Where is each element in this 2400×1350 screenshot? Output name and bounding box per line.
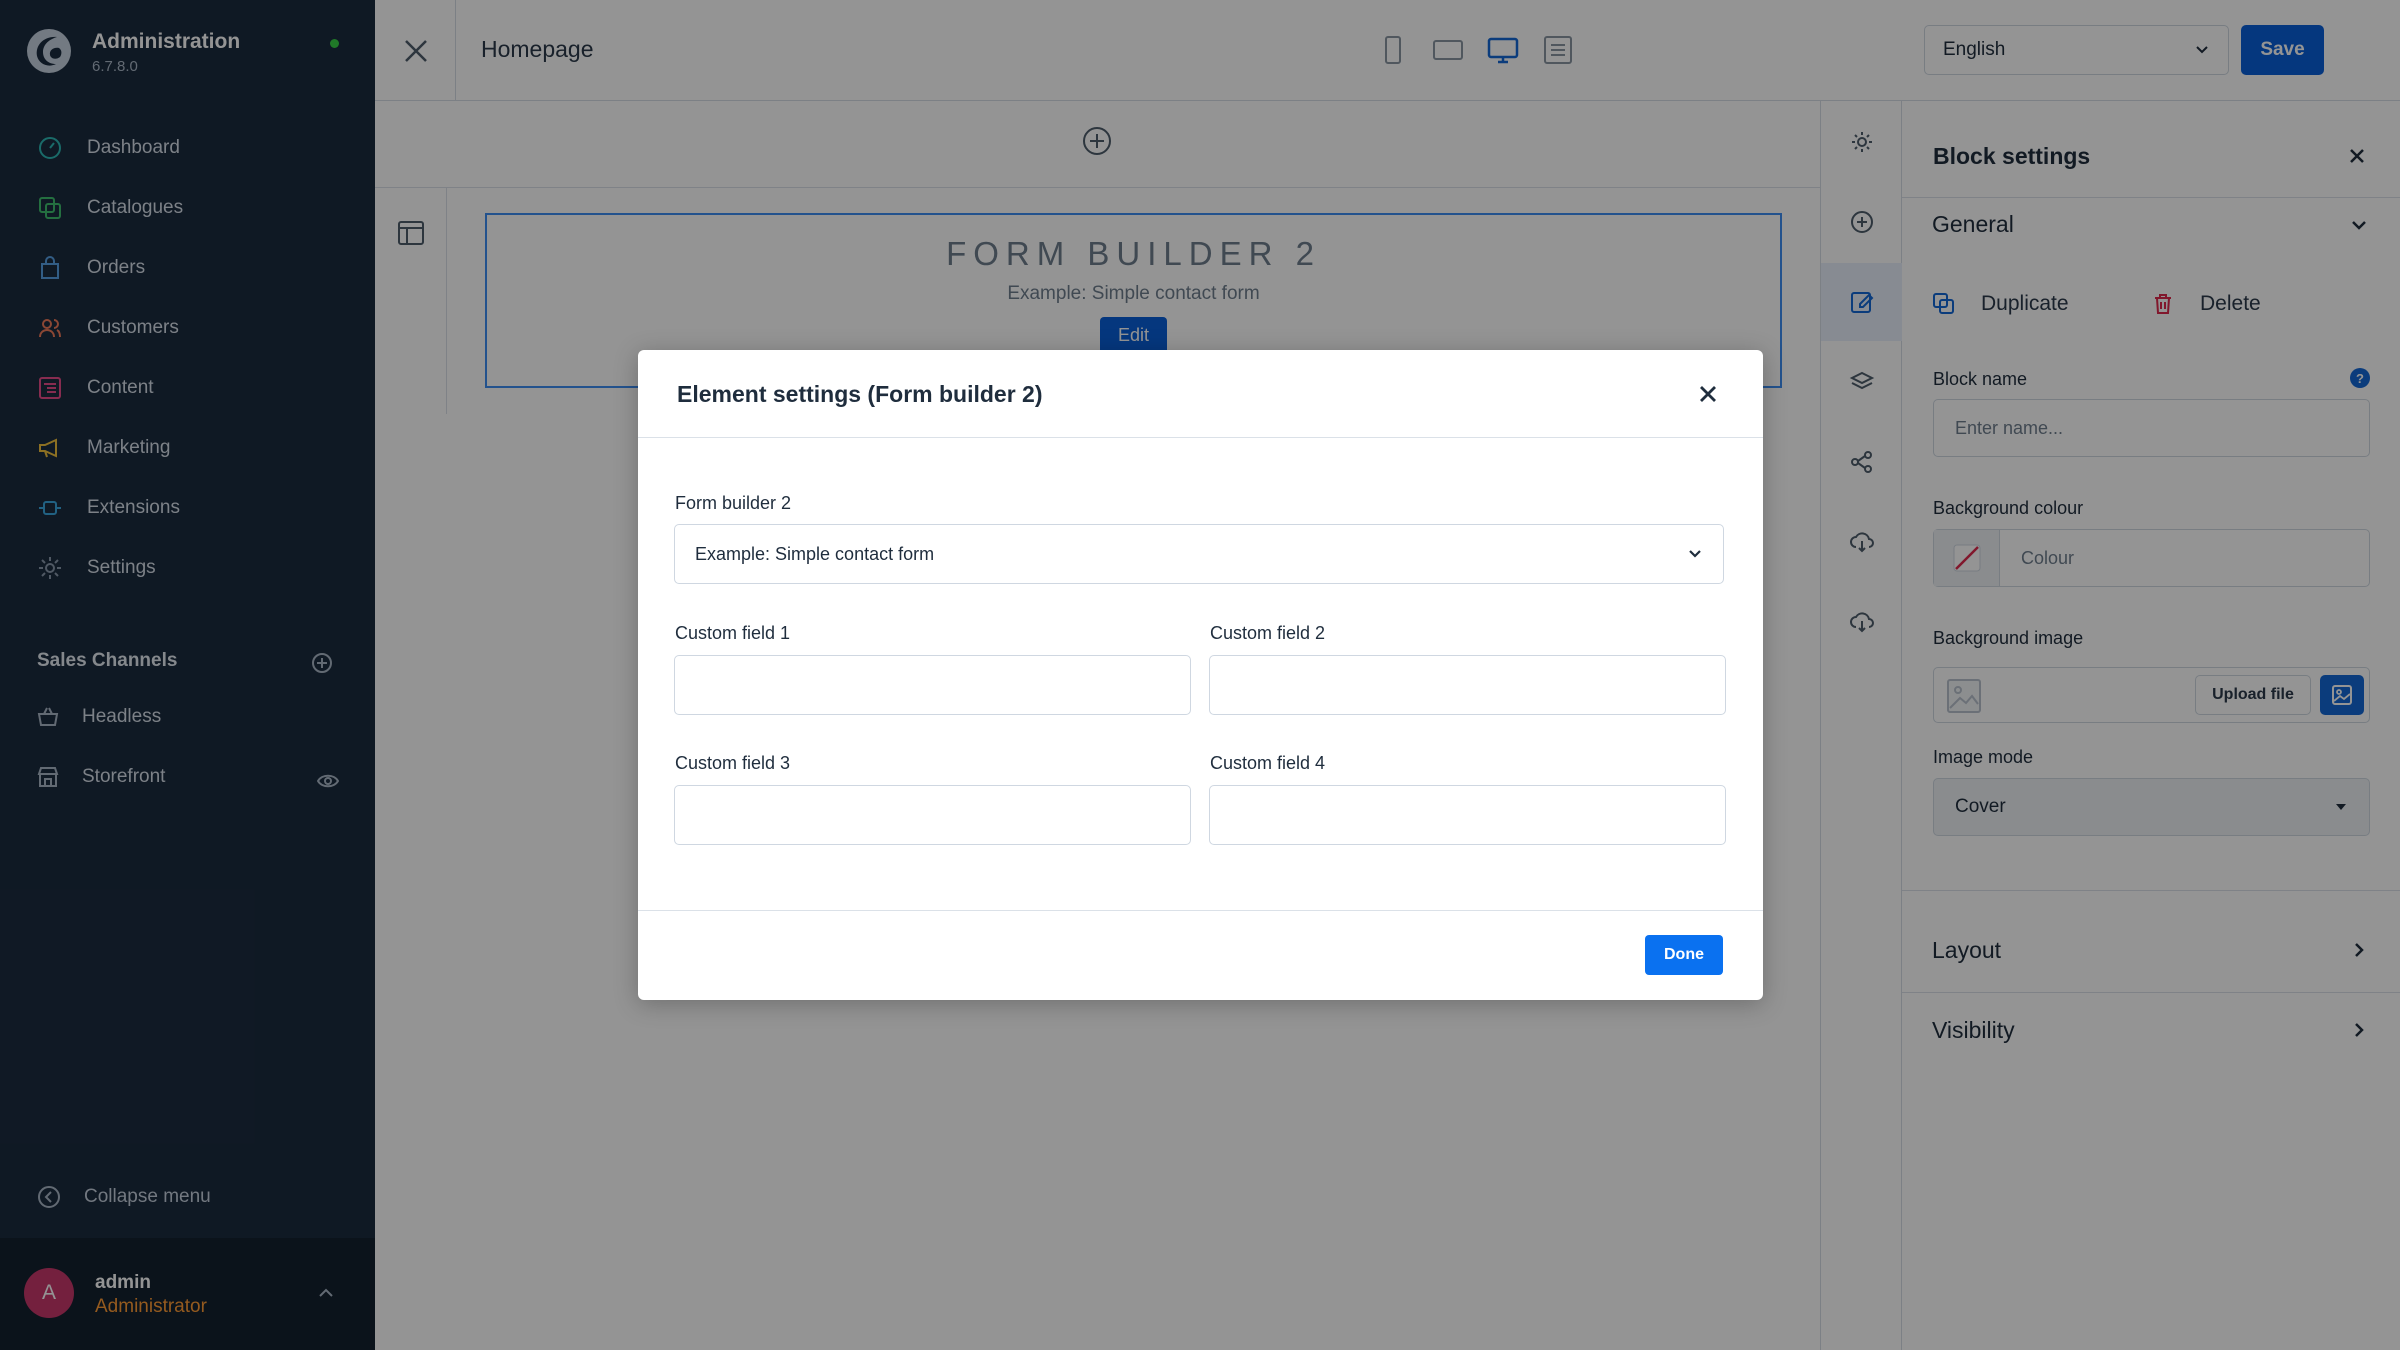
custom-field-2-input[interactable] — [1209, 655, 1726, 715]
form-select-value: Example: Simple contact form — [695, 543, 935, 564]
custom-field-1-input[interactable] — [674, 655, 1191, 715]
element-settings-modal: Element settings (Form builder 2) Form b… — [638, 350, 1763, 1000]
divider — [638, 910, 1763, 911]
custom-field-4-input[interactable] — [1209, 785, 1726, 845]
divider — [638, 437, 1763, 438]
modal-title: Element settings (Form builder 2) — [677, 381, 1043, 407]
custom-field-4-label: Custom field 4 — [1210, 753, 1326, 773]
form-select-label: Form builder 2 — [675, 493, 792, 513]
custom-field-3-label: Custom field 3 — [675, 753, 791, 773]
close-icon[interactable] — [1698, 384, 1718, 404]
done-button[interactable]: Done — [1645, 935, 1723, 975]
form-select[interactable]: Example: Simple contact form — [674, 524, 1724, 584]
custom-field-2-label: Custom field 2 — [1210, 623, 1326, 643]
custom-field-1-label: Custom field 1 — [675, 623, 791, 643]
chevron-down-icon — [1689, 550, 1701, 558]
custom-field-3-input[interactable] — [674, 785, 1191, 845]
